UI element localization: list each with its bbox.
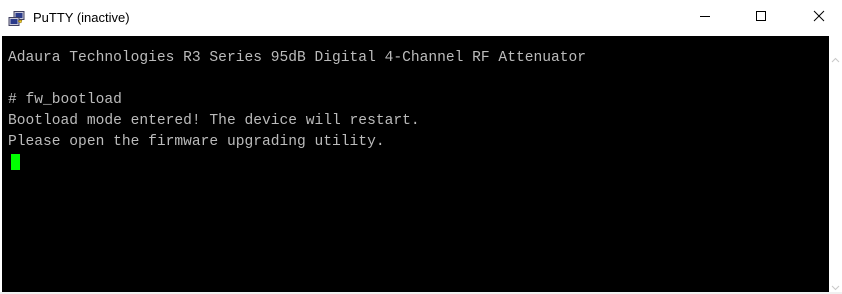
close-button[interactable]: [796, 0, 842, 36]
vertical-scrollbar[interactable]: [829, 36, 842, 292]
scroll-up-arrow-icon[interactable]: [831, 50, 840, 63]
text-cursor: [11, 154, 20, 170]
terminal-line: Please open the firmware upgrading utili…: [8, 134, 385, 150]
title-bar[interactable]: PuTTY (inactive): [0, 0, 842, 36]
terminal-line: # fw_bootload: [8, 92, 122, 108]
scroll-down-arrow-icon[interactable]: [831, 278, 840, 291]
close-icon: [813, 9, 825, 27]
minimize-button[interactable]: [682, 0, 728, 36]
putty-computers-icon[interactable]: [8, 11, 26, 27]
terminal-line: Bootload mode entered! The device will r…: [8, 113, 420, 129]
window-title: PuTTY (inactive): [33, 10, 130, 25]
maximize-icon: [755, 9, 767, 27]
putty-window: PuTTY (inactive) Adaura Technologies R3 …: [0, 0, 842, 294]
maximize-button[interactable]: [738, 0, 784, 36]
minimize-icon: [699, 9, 711, 27]
terminal-line: Adaura Technologies R3 Series 95dB Digit…: [8, 50, 587, 66]
terminal-screen[interactable]: Adaura Technologies R3 Series 95dB Digit…: [2, 36, 829, 292]
